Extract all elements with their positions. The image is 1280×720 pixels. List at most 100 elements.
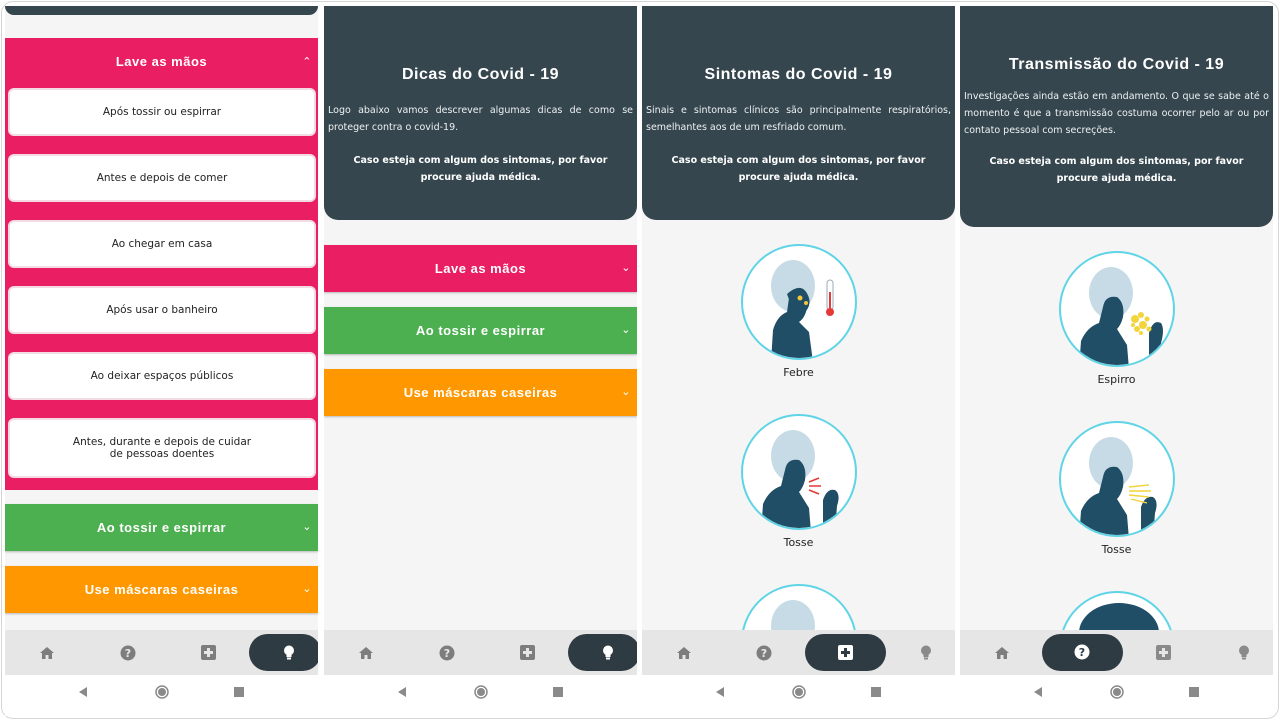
sneeze-illustration (1058, 251, 1175, 367)
help-icon: ? (1074, 644, 1090, 660)
medical-plus-icon (519, 645, 535, 660)
nav-help[interactable]: ? (744, 636, 784, 669)
list-item: Ao chegar em casa (8, 220, 316, 268)
page-description: Investigações ainda estão em andamento. … (964, 91, 1269, 136)
page-title: Dicas do Covid - 19 (401, 66, 560, 83)
chevron-down-icon: ⌄ (621, 386, 631, 398)
chevron-up-icon: ⌃ (302, 56, 312, 68)
header-card: Dicas do Covid - 19 Logo abaixo vamos de… (324, 6, 637, 220)
home-circle-icon[interactable] (1110, 685, 1124, 699)
cough-illustration (740, 414, 857, 530)
nav-home[interactable] (27, 636, 67, 669)
page-description: Sinais e sintomas clínicos são principal… (646, 105, 951, 133)
nav-home[interactable] (982, 636, 1022, 669)
header-card: Transmissão do Covid - 19 Investigações … (960, 6, 1273, 227)
back-icon[interactable] (1034, 687, 1044, 697)
bottom-navigation: ? (5, 630, 318, 675)
svg-text:?: ? (125, 647, 131, 660)
fever-illustration (740, 244, 857, 360)
page-description: Logo abaixo vamos descrever algumas dica… (328, 105, 633, 133)
list-item: Após tossir ou espirrar (8, 88, 316, 136)
svg-text:?: ? (761, 647, 767, 660)
chevron-down-icon: ⌄ (621, 262, 631, 274)
help-icon: ? (756, 645, 772, 660)
header-card: Sintomas do Covid - 19 Sinais e sintomas… (642, 6, 955, 220)
lightbulb-icon (603, 645, 613, 660)
accordion-lave-as-maos[interactable]: Lave as mãos ⌄ (324, 245, 637, 292)
nav-symptoms-active[interactable] (805, 634, 886, 671)
home-circle-icon[interactable] (155, 685, 169, 699)
page-warning: Caso esteja com algum dos sintomas, por … (671, 155, 926, 183)
chevron-down-icon: ⌄ (302, 583, 312, 595)
transmission-card-tosse: Tosse (960, 421, 1273, 556)
chevron-down-icon: ⌄ (621, 324, 631, 336)
home-circle-icon[interactable] (474, 685, 488, 699)
system-navigation-bar (960, 675, 1273, 716)
screen-dicas: Dicas do Covid - 19 Logo abaixo vamos de… (324, 6, 637, 716)
page-title: Sintomas do Covid - 19 (704, 66, 893, 83)
recents-icon[interactable] (234, 687, 244, 697)
nav-help[interactable]: ? (108, 636, 148, 669)
list-item: Ao deixar espaços públicos (8, 352, 316, 400)
back-icon[interactable] (79, 687, 89, 697)
medical-plus-icon (200, 645, 216, 660)
medical-plus-icon (838, 645, 853, 660)
help-icon: ? (120, 645, 136, 660)
list-item: Antes, durante e depois de cuidar de pes… (8, 418, 316, 478)
home-icon (40, 646, 54, 659)
transmission-label: Espirro (1097, 373, 1136, 386)
transmission-label: Tosse (1101, 543, 1132, 556)
transmission-card-espirro: Espirro (960, 251, 1273, 386)
symptom-card-febre: Febre (642, 244, 955, 379)
nav-tips[interactable] (906, 636, 946, 669)
screen-dicas-expanded: Lave as mãos ⌃ Após tossir ou espirrar A… (5, 6, 318, 716)
accordion-ao-tossir[interactable]: Ao tossir e espirrar ⌄ (5, 504, 318, 551)
recents-icon[interactable] (553, 687, 563, 697)
system-navigation-bar (5, 675, 318, 716)
page-warning: Caso esteja com algum dos sintomas, por … (989, 156, 1244, 184)
bottom-navigation: ? (642, 630, 955, 675)
symptom-card-tosse: Tosse (642, 414, 955, 549)
chevron-down-icon: ⌄ (302, 521, 312, 533)
help-icon: ? (439, 645, 455, 660)
nav-home[interactable] (664, 636, 704, 669)
accordion-lave-as-maos-expanded: Lave as mãos ⌃ Após tossir ou espirrar A… (5, 38, 318, 490)
bottom-navigation: ? (960, 630, 1273, 675)
home-icon (677, 646, 691, 659)
recents-icon[interactable] (871, 687, 881, 697)
accordion-header-lave-as-maos[interactable]: Lave as mãos ⌃ (5, 38, 318, 86)
symptom-label: Febre (783, 366, 814, 379)
svg-text:?: ? (444, 647, 450, 660)
back-icon[interactable] (716, 687, 726, 697)
nav-tips-active[interactable] (568, 634, 637, 671)
home-circle-icon[interactable] (792, 685, 806, 699)
header-card-edge (5, 6, 318, 15)
cough-illustration (1058, 421, 1175, 537)
page-warning: Caso esteja com algum dos sintomas, por … (353, 155, 608, 183)
nav-help[interactable]: ? (427, 636, 467, 669)
nav-symptoms[interactable] (1143, 636, 1183, 669)
nav-home[interactable] (346, 636, 386, 669)
accordion-use-mascaras[interactable]: Use máscaras caseiras ⌄ (5, 566, 318, 613)
nav-tips[interactable] (1224, 636, 1264, 669)
nav-help-active[interactable]: ? (1042, 634, 1123, 671)
lightbulb-icon (1239, 645, 1249, 660)
bottom-navigation: ? (324, 630, 637, 675)
accordion-ao-tossir[interactable]: Ao tossir e espirrar ⌄ (324, 307, 637, 354)
nav-tips-active[interactable] (249, 634, 318, 671)
screen-transmissao: Transmissão do Covid - 19 Investigações … (960, 6, 1273, 716)
recents-icon[interactable] (1189, 687, 1199, 697)
home-icon (995, 646, 1009, 659)
screen-sintomas: Sintomas do Covid - 19 Sinais e sintomas… (642, 6, 955, 716)
back-icon[interactable] (398, 687, 408, 697)
medical-plus-icon (1155, 645, 1171, 660)
accordion-use-mascaras[interactable]: Use máscaras caseiras ⌄ (324, 369, 637, 416)
lightbulb-icon (921, 645, 931, 660)
system-navigation-bar (324, 675, 637, 716)
page-title: Transmissão do Covid - 19 (1008, 56, 1225, 73)
list-item: Antes e depois de comer (8, 154, 316, 202)
nav-symptoms[interactable] (507, 636, 547, 669)
lightbulb-icon (284, 645, 294, 660)
svg-text:?: ? (1079, 646, 1085, 659)
nav-symptoms[interactable] (188, 636, 228, 669)
